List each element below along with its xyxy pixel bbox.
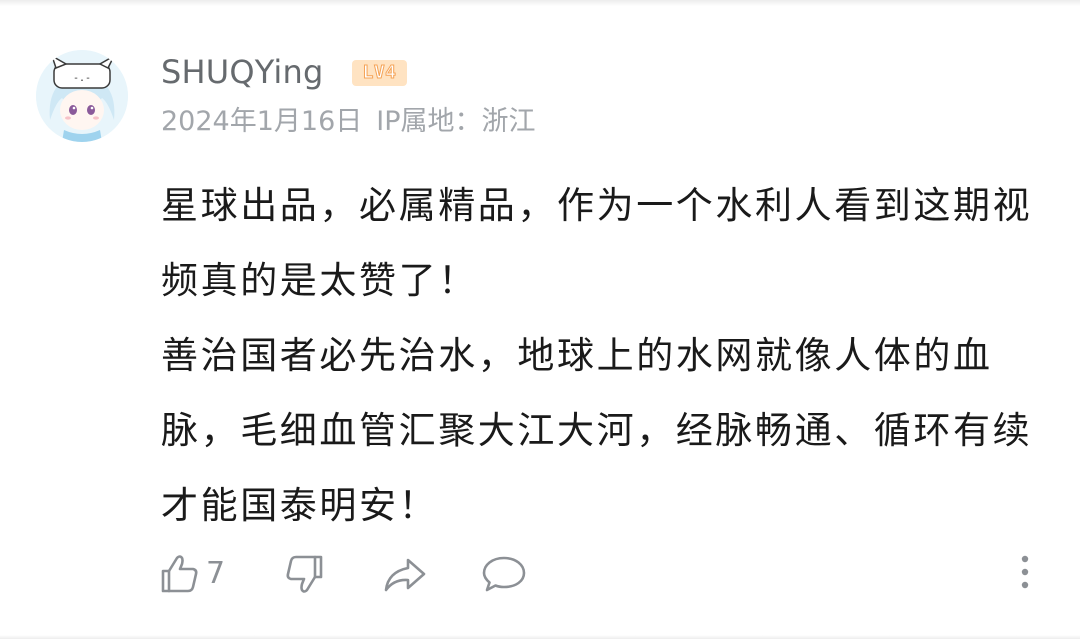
comment-paragraph: 善治国者必先治水，地球上的水网就像人体的血脉，毛细血管汇聚大江大河，经脉畅通、循… [161,334,1033,527]
like-count: 7 [206,556,226,591]
ip-location: IP属地：浙江 [376,106,536,137]
like-button[interactable]: 7 [158,548,225,600]
level-badge: LV4 [352,60,407,86]
action-bar: 7 [158,548,1038,600]
comment-meta: 2024年1月16日 IP属地：浙江 [161,104,536,140]
svg-text:-.-: -.- [73,73,91,84]
avatar-image: -.- [36,50,128,142]
thumbs-down-icon [282,552,326,596]
share-button[interactable] [382,548,428,600]
top-divider [0,0,1080,6]
comment-paragraph: 星球出品，必属精品，作为一个水利人看到这期视频真的是太赞了！ [161,184,1033,302]
comment-date: 2024年1月16日 [161,106,363,137]
comment-card: -.- SHUQYing LV4 2024年1月16日 IP属地：浙江 星球出品，… [0,0,1080,639]
more-icon [1019,554,1031,594]
dislike-button[interactable] [282,548,326,600]
bottom-divider [0,635,1080,639]
share-icon [382,552,428,596]
avatar[interactable]: -.- [36,50,128,142]
more-options-button[interactable] [1008,548,1042,600]
username[interactable]: SHUQYing [161,52,323,92]
thumbs-up-icon [158,552,202,596]
reply-button[interactable] [480,548,528,600]
comment-body: 星球出品，必属精品，作为一个水利人看到这期视频真的是太赞了！ 善治国者必先治水，… [161,168,1041,543]
reply-icon [480,552,528,596]
